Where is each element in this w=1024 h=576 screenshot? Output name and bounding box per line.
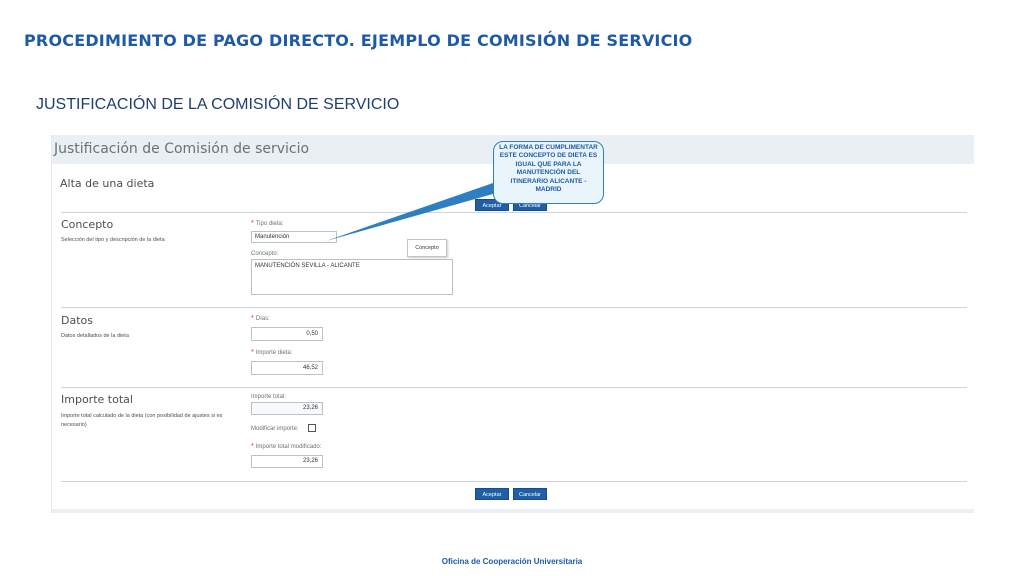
footer: Oficina de Cooperación Universitaria <box>441 557 583 566</box>
callout-pointer <box>326 183 500 241</box>
annotation-callout: LA FORMA DE CUMPLIMENTAR ESTE CONCEPTO D… <box>493 141 604 204</box>
